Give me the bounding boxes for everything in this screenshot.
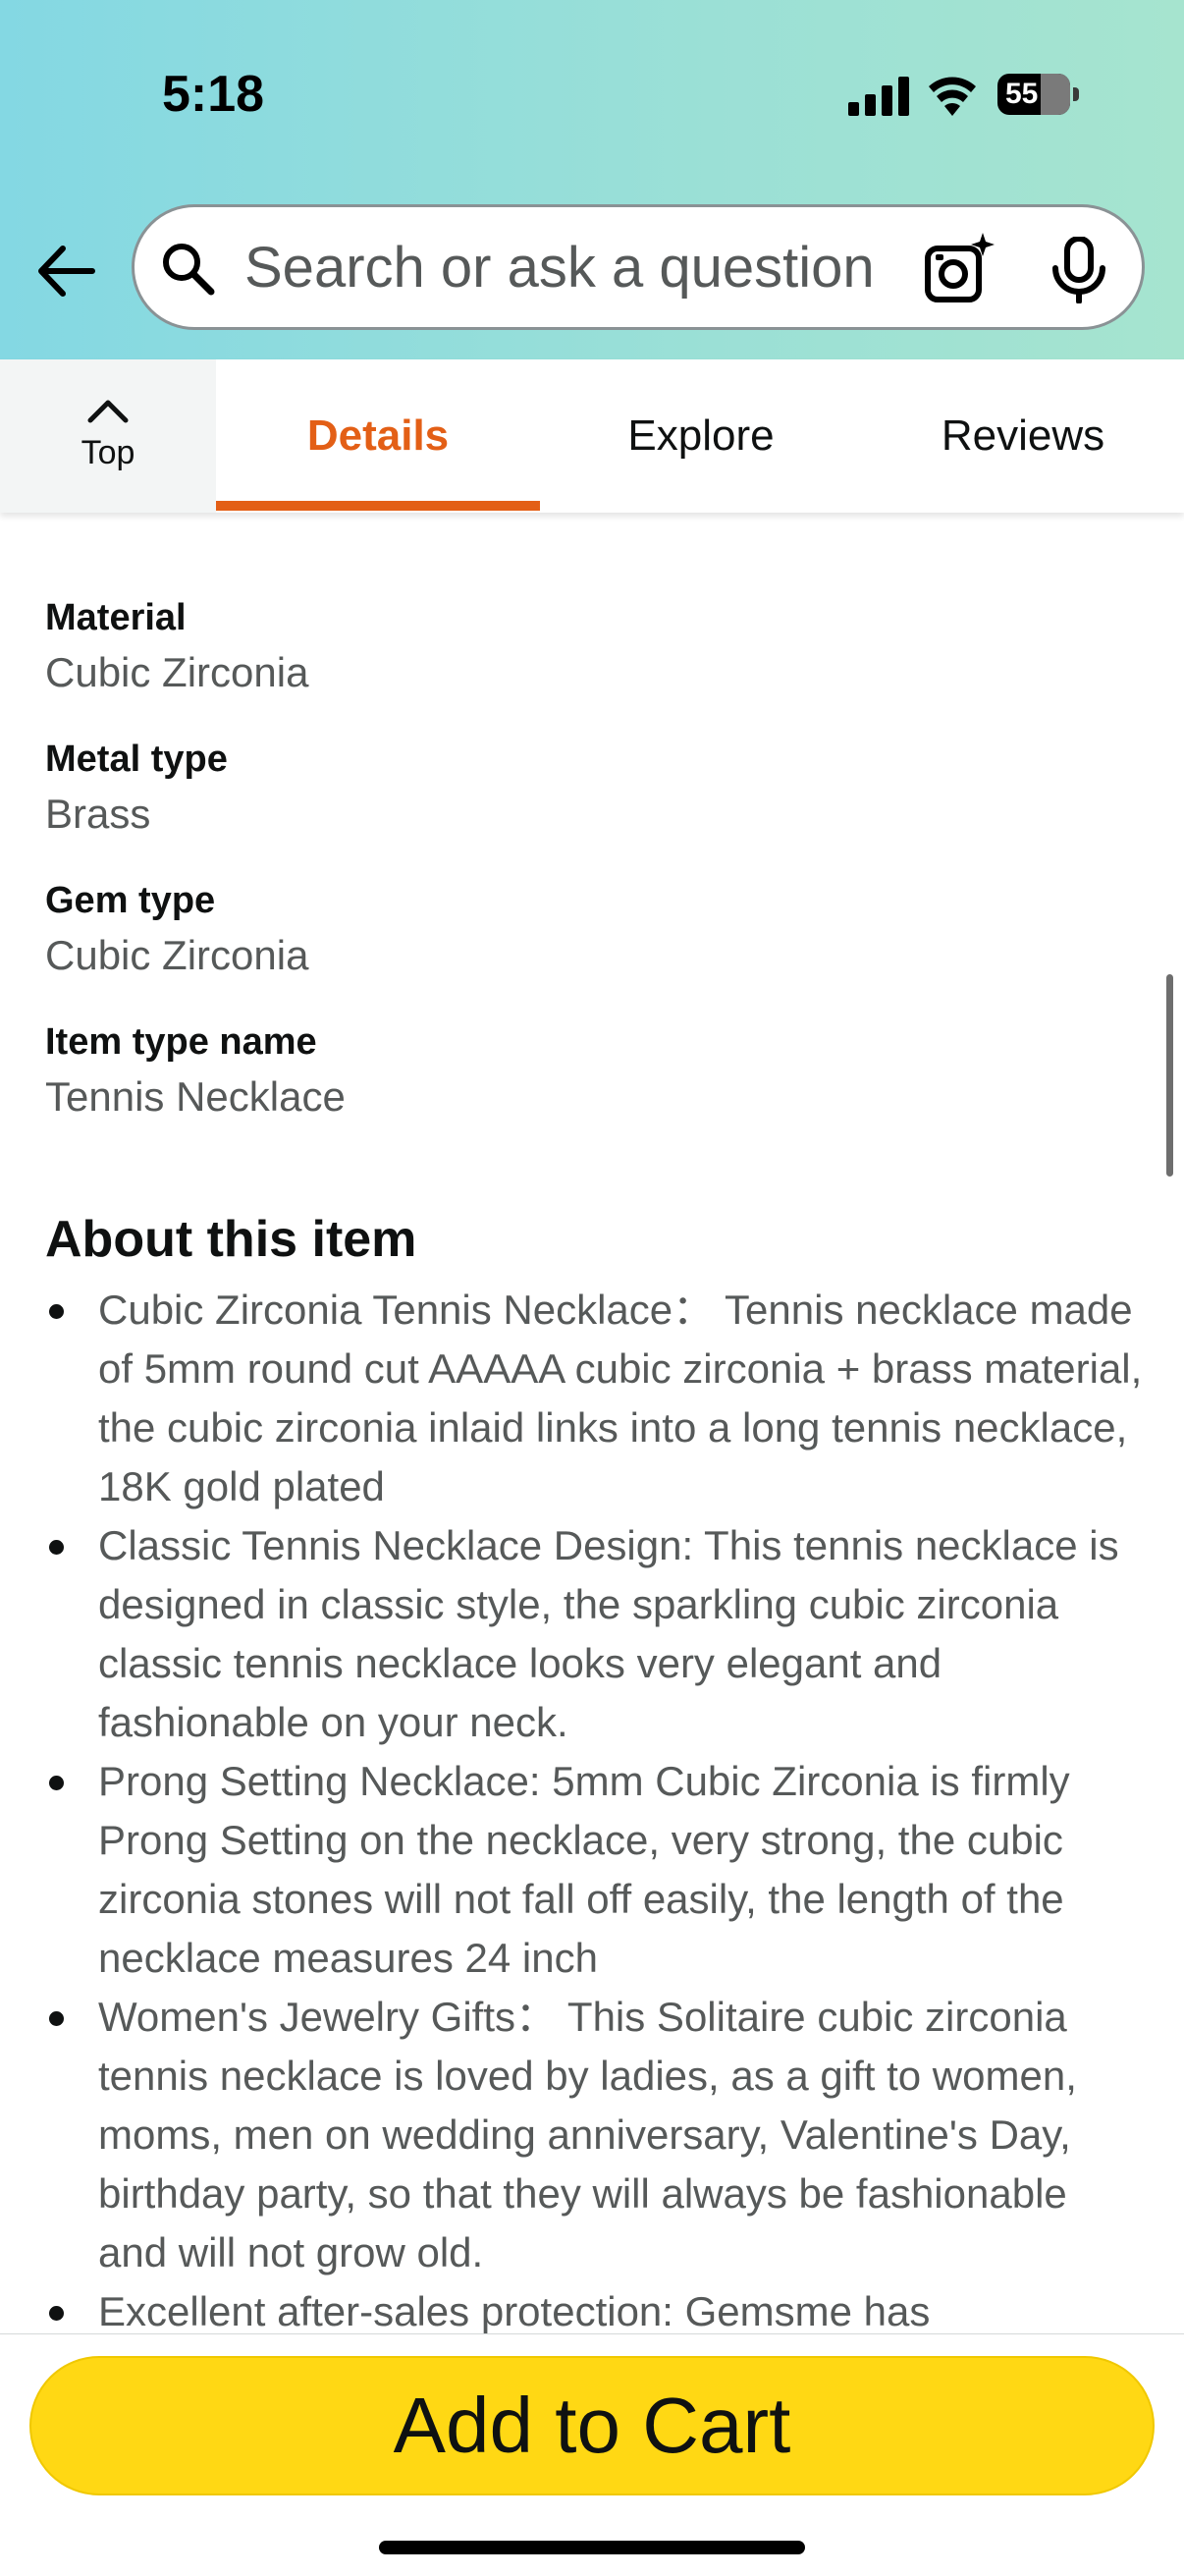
spec-material: Material Cubic Zirconia xyxy=(45,597,308,696)
status-time: 5:18 xyxy=(162,66,265,123)
spec-value: Tennis Necklace xyxy=(45,1073,346,1120)
chevron-up-icon xyxy=(87,400,129,423)
microphone-icon[interactable] xyxy=(1048,237,1110,303)
search-bar[interactable]: Search or ask a question xyxy=(132,204,1145,330)
add-to-cart-button[interactable]: Add to Cart xyxy=(29,2356,1155,2495)
about-title: About this item xyxy=(45,1211,417,1268)
tab-details[interactable]: Details xyxy=(216,359,540,513)
spec-value: Cubic Zirconia xyxy=(45,649,309,695)
spec-key: Gem type xyxy=(45,880,216,921)
home-indicator xyxy=(379,2541,805,2554)
spec-key: Material xyxy=(45,597,187,638)
search-input[interactable]: Search or ask a question xyxy=(244,235,875,301)
active-tab-indicator xyxy=(216,501,540,511)
battery-level: 55 xyxy=(1005,78,1039,110)
search-icon xyxy=(163,244,215,296)
spec-metal-type: Metal type Brass xyxy=(45,739,228,838)
about-bullet-list: Cubic Zirconia Tennis Necklace： Tennis n… xyxy=(45,1281,1145,2341)
scrollbar[interactable] xyxy=(1166,974,1173,1177)
list-item: Classic Tennis Necklace Design: This ten… xyxy=(45,1516,1145,1752)
battery-tip xyxy=(1073,87,1079,101)
spec-gem-type: Gem type Cubic Zirconia xyxy=(45,880,308,979)
spec-key: Metal type xyxy=(45,739,228,780)
bottom-bar: Add to Cart xyxy=(0,2333,1184,2576)
wifi-icon xyxy=(929,77,976,116)
top-header: 5:18 55 Search or ask a question xyxy=(0,0,1184,359)
spec-value: Brass xyxy=(45,791,151,837)
camera-search-icon[interactable] xyxy=(920,229,1000,309)
tab-reviews[interactable]: Reviews xyxy=(862,359,1184,513)
tab-top[interactable]: Top xyxy=(0,359,216,513)
spec-key: Item type name xyxy=(45,1021,317,1063)
spec-item-type-name: Item type name Tennis Necklace xyxy=(45,1021,346,1121)
spec-value: Cubic Zirconia xyxy=(45,932,309,978)
battery-icon: 55 xyxy=(997,74,1070,115)
list-item: Prong Setting Necklace: 5mm Cubic Zircon… xyxy=(45,1752,1145,1988)
section-tabs: Top Details Explore Reviews xyxy=(0,359,1184,513)
tab-top-label: Top xyxy=(81,434,135,471)
back-arrow-icon[interactable] xyxy=(33,239,98,303)
list-item: Cubic Zirconia Tennis Necklace： Tennis n… xyxy=(45,1281,1145,1516)
list-item: Excellent after-sales protection: Gemsme… xyxy=(45,2282,1145,2341)
tab-explore[interactable]: Explore xyxy=(540,359,862,513)
cellular-signal-icon xyxy=(848,77,909,116)
list-item: Women's Jewelry Gifts： This Solitaire cu… xyxy=(45,1988,1145,2282)
